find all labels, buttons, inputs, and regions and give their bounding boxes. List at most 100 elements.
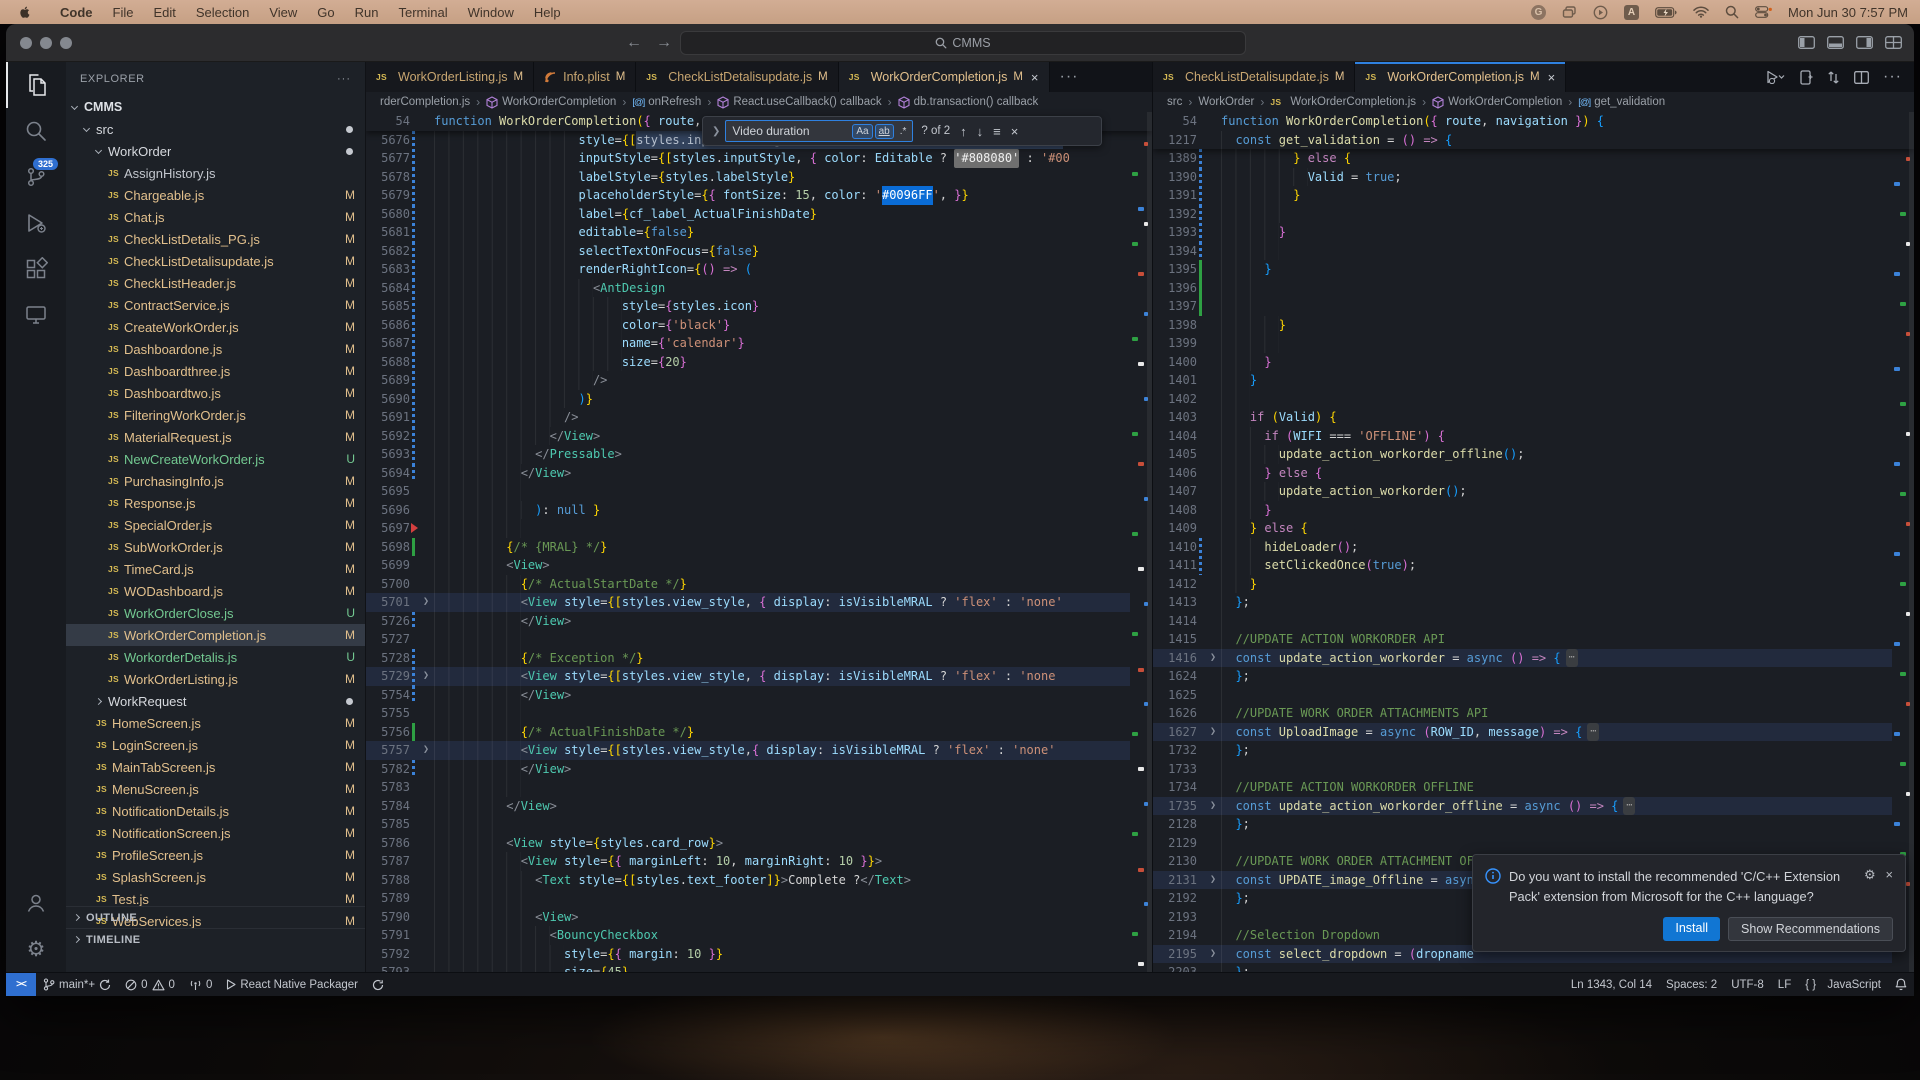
tab-CheckListDetalisupdate.js[interactable]: JSCheckListDetalisupdate.jsM — [1153, 62, 1355, 92]
tree-file-SubWorkOrder.js[interactable]: JSSubWorkOrder.jsM — [66, 536, 365, 558]
more-actions-icon[interactable]: ··· — [1883, 68, 1902, 86]
code-line-5757[interactable]: 5757❯<View style={[styles.view_style,{ d… — [366, 741, 1152, 760]
ports-item[interactable]: 0 — [182, 979, 219, 991]
battery-icon[interactable] — [1655, 7, 1677, 18]
code-line-5697[interactable]: 5697 — [366, 519, 1152, 538]
open-on-device-icon[interactable] — [1800, 70, 1813, 85]
spinner-item[interactable] — [365, 979, 391, 991]
breadcrumb-left[interactable]: rderCompletion.js›WorkOrderCompletion›[@… — [366, 92, 1152, 112]
breadcrumb-item[interactable]: WorkOrderCompletion — [486, 96, 616, 109]
stacked-windows-icon[interactable] — [1562, 6, 1577, 19]
code-line-5701[interactable]: 5701❯<View style={[styles.view_style, { … — [366, 593, 1152, 612]
menu-item-window[interactable]: Window — [458, 5, 524, 20]
tree-file-MenuScreen.js[interactable]: JSMenuScreen.jsM — [66, 778, 365, 800]
tree-file-WorkOrderCompletion.js[interactable]: JSWorkOrderCompletion.jsM — [66, 624, 365, 646]
code-line-1401[interactable]: 1401} — [1153, 371, 1914, 390]
code-line-5679[interactable]: 5679placeholderStyle={{ fontSize: 15, co… — [366, 186, 1152, 205]
install-button[interactable]: Install — [1663, 917, 1720, 941]
nav-forward-button[interactable]: → — [656, 34, 672, 52]
breadcrumb-item[interactable]: WorkOrder — [1198, 96, 1254, 108]
breadcrumb-item[interactable]: [@]get_validation — [1578, 96, 1665, 108]
code-line-1395[interactable]: 1395} — [1153, 260, 1914, 279]
code-line-5782[interactable]: 5782</View> — [366, 760, 1152, 779]
code-line-5694[interactable]: 5694</View> — [366, 464, 1152, 483]
wifi-icon[interactable] — [1693, 6, 1709, 18]
code-line-1624[interactable]: 1624}; — [1153, 667, 1914, 686]
tree-file-TimeCard.js[interactable]: JSTimeCard.jsM — [66, 558, 365, 580]
tree-file-WorkOrderClose.js[interactable]: JSWorkOrderClose.jsU — [66, 602, 365, 624]
timeline-section[interactable]: TIMELINE — [66, 928, 365, 950]
code-line-1396[interactable]: 1396 — [1153, 279, 1914, 298]
code-line-5683[interactable]: 5683renderRightIcon={() => ( — [366, 260, 1152, 279]
explorer-more-actions[interactable]: ··· — [337, 73, 351, 85]
tree-file-MaterialRequest.js[interactable]: JSMaterialRequest.jsM — [66, 426, 365, 448]
tree-file-Dashboardone.js[interactable]: JSDashboardone.jsM — [66, 338, 365, 360]
cursor-position-item[interactable]: Ln 1343, Col 14 — [1564, 979, 1659, 991]
notifications-bell-item[interactable] — [1888, 978, 1914, 991]
code-line-1402[interactable]: 1402 — [1153, 390, 1914, 409]
toggle-replace-chevron[interactable]: ❯ — [707, 126, 725, 137]
code-line-5755[interactable]: 5755 — [366, 704, 1152, 723]
remote-explorer-activity-icon[interactable] — [6, 292, 66, 338]
breadcrumb-item[interactable]: [@]onRefresh — [632, 96, 701, 108]
code-line-1404[interactable]: 1404if (WIFI === 'OFFLINE') { — [1153, 427, 1914, 446]
tree-file-Dashboardthree.js[interactable]: JSDashboardthree.jsM — [66, 360, 365, 382]
breadcrumb-item[interactable]: rderCompletion.js — [380, 96, 470, 108]
tree-file-NewCreateWorkOrder.js[interactable]: JSNewCreateWorkOrder.jsU — [66, 448, 365, 470]
explorer-activity-icon[interactable] — [6, 62, 66, 108]
tree-file-HomeScreen.js[interactable]: JSHomeScreen.jsM — [66, 712, 365, 734]
tree-folder-WorkRequest[interactable]: WorkRequest — [66, 690, 365, 712]
code-line-1399[interactable]: 1399 — [1153, 334, 1914, 353]
tree-folder-src[interactable]: src — [66, 118, 365, 140]
code-line-5787[interactable]: 5787<View style={{ marginLeft: 10, margi… — [366, 852, 1152, 871]
code-editor-left[interactable]: 5676style={[styles.input, { height: Plat… — [366, 112, 1152, 972]
project-section-header[interactable]: CMMS — [66, 96, 365, 118]
code-line-1398[interactable]: 1398} — [1153, 316, 1914, 335]
accounts-icon[interactable] — [6, 880, 66, 926]
code-line-5685[interactable]: 5685style={styles.icon} — [366, 297, 1152, 316]
close-tab-icon[interactable]: × — [1031, 70, 1039, 85]
code-line-2203[interactable]: 2203}; — [1153, 963, 1914, 972]
menu-item-edit[interactable]: Edit — [143, 5, 185, 20]
regex-toggle[interactable]: .* — [896, 124, 911, 139]
code-line-5754[interactable]: 5754</View> — [366, 686, 1152, 705]
menu-item-go[interactable]: Go — [307, 5, 344, 20]
code-line-5690[interactable]: 5690)} — [366, 390, 1152, 409]
code-line-5700[interactable]: 5700{/* ActualStartDate */} — [366, 575, 1152, 594]
code-line-1733[interactable]: 1733 — [1153, 760, 1914, 779]
code-line-5793[interactable]: 5793size={45} — [366, 963, 1152, 972]
compare-changes-icon[interactable] — [1827, 70, 1840, 85]
tree-file-CheckListDetalisupdate.js[interactable]: JSCheckListDetalisupdate.jsM — [66, 250, 365, 272]
tree-file-WODashboard.js[interactable]: JSWODashboard.jsM — [66, 580, 365, 602]
close-tab-icon[interactable]: × — [1548, 70, 1556, 85]
code-line-1390[interactable]: 1390Valid = true; — [1153, 168, 1914, 187]
code-line-5687[interactable]: 5687name={'calendar'} — [366, 334, 1152, 353]
code-line-5792[interactable]: 5792style={{ margin: 10 }} — [366, 945, 1152, 964]
tree-file-ContractService.js[interactable]: JSContractService.jsM — [66, 294, 365, 316]
run-debug-activity-icon[interactable] — [6, 200, 66, 246]
sticky-line-1217[interactable]: 1217const get_validation = () => { — [1153, 131, 1914, 150]
code-line-5695[interactable]: 5695 — [366, 482, 1152, 501]
tree-file-WorkOrderListing.js[interactable]: JSWorkOrderListing.jsM — [66, 668, 365, 690]
code-line-1403[interactable]: 1403if (Valid) { — [1153, 408, 1914, 427]
code-line-1392[interactable]: 1392 — [1153, 205, 1914, 224]
spotlight-search-icon[interactable] — [1725, 5, 1739, 19]
menu-item-view[interactable]: View — [259, 5, 307, 20]
menu-item-terminal[interactable]: Terminal — [389, 5, 458, 20]
menu-item-file[interactable]: File — [103, 5, 144, 20]
toggle-sidebar-left-icon[interactable] — [1798, 36, 1815, 49]
source-control-activity-icon[interactable]: 325 — [6, 154, 66, 200]
code-line-5678[interactable]: 5678labelStyle={styles.labelStyle} — [366, 168, 1152, 187]
code-line-1416[interactable]: 1416❯const update_action_workorder = asy… — [1153, 649, 1914, 668]
customize-layout-icon[interactable] — [1885, 36, 1902, 49]
remote-indicator[interactable]: >< — [6, 973, 36, 997]
tree-file-FilteringWorkOrder.js[interactable]: JSFilteringWorkOrder.jsM — [66, 404, 365, 426]
tree-file-SplashScreen.js[interactable]: JSSplashScreen.jsM — [66, 866, 365, 888]
tree-file-Chat.js[interactable]: JSChat.jsM — [66, 206, 365, 228]
run-debug-icon[interactable] — [1766, 70, 1786, 84]
tree-file-Response.js[interactable]: JSResponse.jsM — [66, 492, 365, 514]
input-source-menu-icon[interactable]: A — [1624, 5, 1639, 20]
tree-folder-WorkOrder[interactable]: WorkOrder — [66, 140, 365, 162]
toggle-sidebar-right-icon[interactable] — [1856, 36, 1873, 49]
code-line-5786[interactable]: 5786<View style={styles.card_row}> — [366, 834, 1152, 853]
